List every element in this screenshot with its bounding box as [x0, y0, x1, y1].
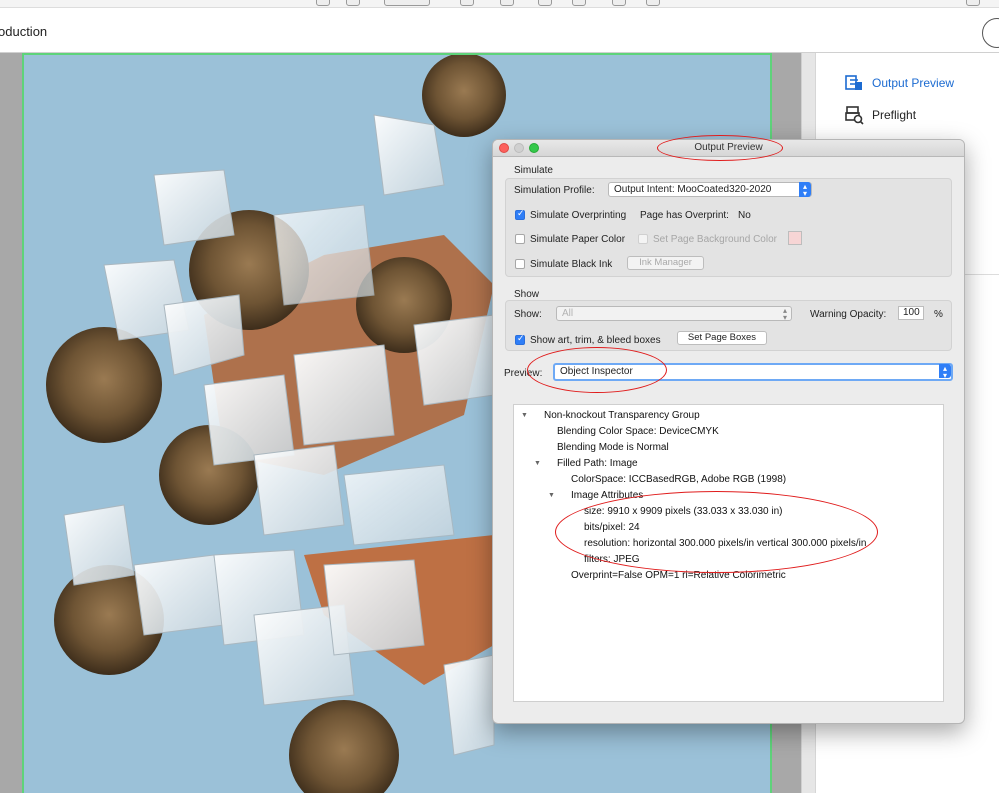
- dialog-titlebar[interactable]: Output Preview: [493, 140, 964, 157]
- tree-item[interactable]: size: 9910 x 9909 pixels (33.033 x 33.03…: [584, 506, 782, 517]
- page-has-overprint-label: Page has Overprint:: [640, 210, 729, 221]
- output-preview-icon: [845, 75, 862, 90]
- tree-item[interactable]: ColorSpace: ICCBasedRGB, Adobe RGB (1998…: [571, 474, 786, 485]
- select-arrows-icon: ▴ ▾: [939, 364, 951, 380]
- toolbar-icon[interactable]: [646, 0, 660, 6]
- simulate-black-ink-label: Simulate Black Ink: [530, 259, 613, 270]
- warning-opacity-input[interactable]: 100: [898, 306, 924, 320]
- toolbar-icon[interactable]: [572, 0, 586, 6]
- document-gutter: [0, 53, 22, 793]
- close-tool-button[interactable]: [982, 18, 999, 48]
- seed-pod: [422, 55, 506, 137]
- tool-output-preview[interactable]: Output Preview: [844, 73, 954, 93]
- tool-title-bar: oduction: [0, 8, 999, 53]
- tree-item[interactable]: resolution: horizontal 300.000 pixels/in…: [584, 538, 866, 549]
- percent-label: %: [934, 309, 943, 320]
- simulate-paper-color-checkbox[interactable]: [515, 234, 525, 244]
- zoom-field[interactable]: [384, 0, 430, 6]
- tree-item[interactable]: Blending Color Space: DeviceCMYK: [557, 426, 719, 437]
- tree-item[interactable]: Overprint=False OPM=1 ri=Relative Colori…: [571, 570, 786, 581]
- select-arrows-icon: ▴ ▾: [782, 306, 787, 322]
- tree-item[interactable]: bits/pixel: 24: [584, 522, 640, 533]
- tree-item[interactable]: Filled Path: Image: [557, 458, 638, 469]
- expand-triangle-icon[interactable]: ▼: [534, 460, 541, 467]
- toolbar-icon[interactable]: [612, 0, 626, 6]
- toolbar-icon[interactable]: [460, 0, 474, 6]
- tree-item[interactable]: Non-knockout Transparency Group: [544, 410, 700, 421]
- set-page-background-checkbox[interactable]: [638, 234, 648, 244]
- top-toolbar: [0, 0, 999, 8]
- tool-output-preview-label: Output Preview: [872, 76, 955, 90]
- preview-select[interactable]: Object Inspector ▴ ▾: [553, 363, 953, 381]
- simulate-overprinting-checkbox[interactable]: [515, 208, 525, 220]
- tool-title: oduction: [0, 24, 48, 39]
- preflight-icon: [845, 106, 864, 125]
- show-boxes-checkbox[interactable]: [515, 333, 525, 345]
- simulate-black-ink-checkbox[interactable]: [515, 259, 525, 269]
- expand-triangle-icon[interactable]: ▼: [521, 412, 528, 419]
- ink-manager-button[interactable]: Ink Manager: [627, 256, 704, 270]
- toolbar-icon[interactable]: [538, 0, 552, 6]
- show-section-label: Show: [514, 289, 540, 300]
- dialog-title: Output Preview: [694, 142, 763, 153]
- preview-label: Preview:: [504, 368, 543, 379]
- page-has-overprint-value: No: [738, 210, 751, 221]
- tree-item[interactable]: filters: JPEG: [584, 554, 640, 565]
- simulation-profile-label: Simulation Profile:: [514, 185, 595, 196]
- expand-triangle-icon[interactable]: ▼: [548, 492, 555, 499]
- tree-item[interactable]: Image Attributes: [571, 490, 643, 501]
- toolbar-icon[interactable]: [316, 0, 330, 6]
- seed-pod: [46, 327, 162, 443]
- simulation-profile-value: Output Intent: MooCoated320-2020: [614, 184, 772, 195]
- toolbar-icon[interactable]: [500, 0, 514, 6]
- warning-opacity-label: Warning Opacity:: [810, 309, 887, 320]
- tool-preflight-label: Preflight: [872, 108, 917, 122]
- tool-preflight[interactable]: Preflight: [844, 105, 916, 125]
- page-background-swatch[interactable]: [788, 231, 802, 245]
- preview-value: Object Inspector: [560, 366, 633, 377]
- tree-item[interactable]: Blending Mode is Normal: [557, 442, 669, 453]
- simulation-profile-select[interactable]: Output Intent: MooCoated320-2020 ▴ ▾: [608, 182, 812, 198]
- output-preview-dialog: Output Preview Simulate Simulation Profi…: [492, 139, 965, 724]
- simulate-paper-color-label: Simulate Paper Color: [530, 234, 626, 245]
- set-page-boxes-button[interactable]: Set Page Boxes: [677, 331, 767, 345]
- simulate-section-label: Simulate: [514, 165, 553, 176]
- object-inspector-tree[interactable]: ▼ Non-knockout Transparency Group Blendi…: [513, 404, 944, 702]
- set-page-background-label: Set Page Background Color: [653, 234, 777, 245]
- show-boxes-label: Show art, trim, & bleed boxes: [530, 335, 661, 346]
- simulate-overprinting-label: Simulate Overprinting: [530, 210, 627, 221]
- show-label: Show:: [514, 309, 542, 320]
- show-select[interactable]: All ▴ ▾: [556, 306, 792, 322]
- select-arrows-icon: ▴ ▾: [799, 182, 811, 198]
- toolbar-icon[interactable]: [966, 0, 980, 6]
- toolbar-icon[interactable]: [346, 0, 360, 6]
- seed-pod: [289, 700, 399, 793]
- show-value: All: [562, 308, 574, 319]
